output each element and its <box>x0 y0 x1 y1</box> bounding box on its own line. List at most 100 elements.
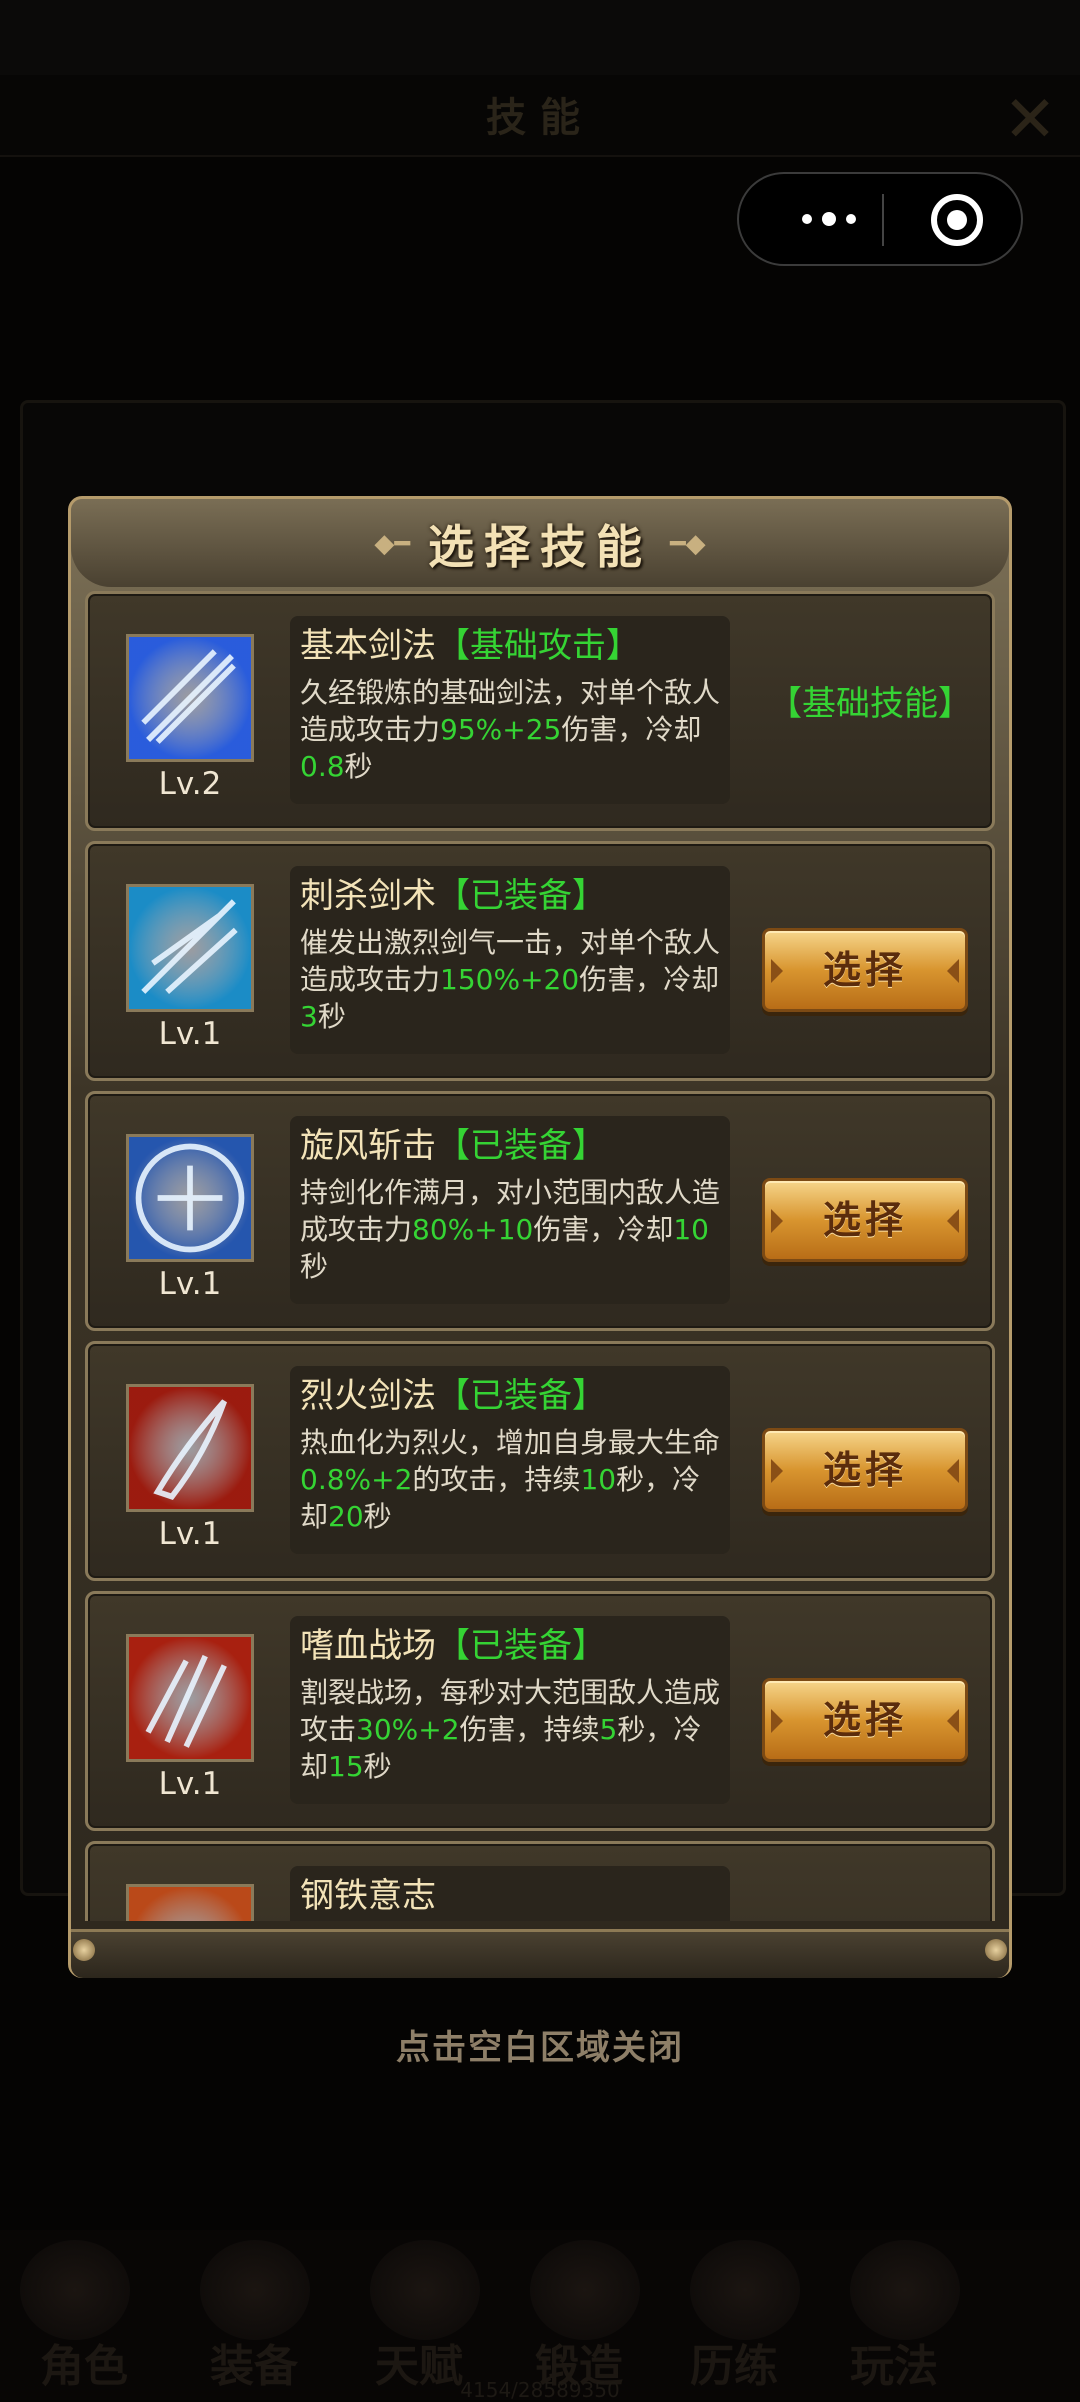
corner-bolt-icon <box>73 1939 95 1961</box>
corner-bolt-icon <box>985 1939 1007 1961</box>
skill-icon <box>126 1884 254 1921</box>
background-title: 技能 <box>486 95 594 141</box>
skill-text: 伤害，冷却 <box>561 713 702 746</box>
skill-list[interactable]: Lv.2 基本剑法【基础攻击】 久经锻炼的基础剑法，对单个敌人造成攻击力95%+25… <box>85 591 995 1921</box>
select-button-label: 选择 <box>822 1198 907 1242</box>
skill-text: 伤害，冷却 <box>533 1213 674 1246</box>
skill-description: 热血化为烈火，增加自身最大生命0.8%+2的攻击，持续10秒，冷却20秒 <box>300 1424 720 1535</box>
skill-description-box: 烈火剑法【已装备】 热血化为烈火，增加自身最大生命0.8%+2的攻击，持续10秒，… <box>290 1366 730 1554</box>
skill-description-box: 嗜血战场【已装备】 割裂战场，每秒对大范围敌人造成攻击30%+2伤害，持续5秒，冷… <box>290 1616 730 1804</box>
skill-value: 30%+2 <box>356 1713 460 1746</box>
background-close-icon: ✕ <box>1003 83 1057 157</box>
skill-title-line: 旋风斩击【已装备】 <box>300 1122 720 1170</box>
skill-tag: 【已装备】 <box>436 1376 606 1416</box>
skill-text: 伤害，冷却 <box>579 963 720 996</box>
skill-tag: 【已装备】 <box>436 1126 606 1166</box>
nav-icon <box>20 2240 130 2340</box>
skill-title-line: 嗜血战场【已装备】 <box>300 1622 720 1670</box>
skill-level: Lv.1 <box>158 1766 222 1802</box>
skill-value: 0.8 <box>300 750 345 783</box>
skill-value: 3 <box>300 1000 318 1033</box>
skill-card: Lv.2 基本剑法【基础攻击】 久经锻炼的基础剑法，对单个敌人造成攻击力95%+25… <box>85 591 995 831</box>
skill-value: 5 <box>599 1713 618 1746</box>
skill-description-box: 钢铁意志 <box>290 1866 730 1921</box>
mini-program-capsule <box>737 172 1023 266</box>
skill-level: Lv.1 <box>158 1266 222 1302</box>
skill-icon <box>126 1134 254 1262</box>
skill-description: 久经锻炼的基础剑法，对单个敌人造成攻击力95%+25伤害，冷却0.8秒 <box>300 674 720 785</box>
skill-level: Lv.1 <box>158 1516 222 1552</box>
close-hint[interactable]: 点击空白区域关闭 <box>0 2020 1080 2069</box>
skill-name: 烈火剑法 <box>300 1376 436 1416</box>
nav-icon <box>370 2240 480 2340</box>
skill-level: Lv.1 <box>158 1016 222 1052</box>
skill-title-line: 钢铁意志 <box>300 1872 720 1920</box>
skill-card: Lv.1 嗜血战场【已装备】 割裂战场，每秒对大范围敌人造成攻击30%+2伤害，持续… <box>85 1591 995 1831</box>
skill-icon <box>126 634 254 762</box>
skill-card: Lv.1 刺杀剑术【已装备】 催发出激烈剑气一击，对单个敌人造成攻击力150%+20… <box>85 841 995 1081</box>
dialog-bottom-bar <box>71 1929 1009 1978</box>
skill-description-box: 刺杀剑术【已装备】 催发出激烈剑气一击，对单个敌人造成攻击力150%+20伤害，冷… <box>290 866 730 1054</box>
skill-value: 150%+20 <box>440 963 580 996</box>
select-skill-dialog: ◆━ 选择技能 ━◆ Lv.2 基本剑法【基础攻击】 久经锻炼的基础剑法，对单个敌人… <box>68 496 1012 1978</box>
skill-name: 钢铁意志 <box>300 1876 436 1916</box>
skill-icon <box>126 1384 254 1512</box>
skill-icon <box>126 884 254 1012</box>
skill-description-box: 旋风斩击【已装备】 持剑化作满月，对小范围内敌人造成攻击力80%+10伤害，冷却1… <box>290 1116 730 1304</box>
skill-text: 秒 <box>344 750 373 783</box>
skill-value: 0.8%+2 <box>300 1463 413 1496</box>
select-button-label: 选择 <box>822 948 907 992</box>
nav-icon <box>200 2240 310 2340</box>
skill-value: 10 <box>673 1213 709 1246</box>
skill-text: 的攻击，持续 <box>412 1463 581 1496</box>
skill-card: 钢铁意志 <box>85 1841 995 1921</box>
skill-title-line: 刺杀剑术【已装备】 <box>300 872 720 920</box>
select-button[interactable]: 选择 <box>762 928 968 1012</box>
skill-card: Lv.1 旋风斩击【已装备】 持剑化作满月，对小范围内敌人造成攻击力80%+10伤害… <box>85 1091 995 1331</box>
more-dots-icon[interactable] <box>779 174 879 264</box>
skill-value: 80%+10 <box>412 1213 534 1246</box>
skill-text: 秒 <box>317 1000 346 1033</box>
skill-title-line: 基本剑法【基础攻击】 <box>300 622 720 670</box>
dialog-title-wrap: ◆━ 选择技能 ━◆ <box>71 509 1009 579</box>
select-button-label: 选择 <box>822 1698 907 1742</box>
select-button[interactable]: 选择 <box>762 1428 968 1512</box>
skill-description-box: 基本剑法【基础攻击】 久经锻炼的基础剑法，对单个敌人造成攻击力95%+25伤害，冷… <box>290 616 730 804</box>
select-button[interactable]: 选择 <box>762 1178 968 1262</box>
skill-value: 15 <box>328 1750 364 1783</box>
skill-name: 旋风斩击 <box>300 1126 436 1166</box>
status-bar <box>0 0 1080 75</box>
skill-text: 秒 <box>363 1750 392 1783</box>
skill-icon <box>126 1634 254 1762</box>
select-button-label: 选择 <box>822 1448 907 1492</box>
skill-text: 热血化为烈火，增加自身最大生命 <box>300 1426 721 1459</box>
skill-value: 10 <box>580 1463 617 1496</box>
ornament-left-icon: ◆━ <box>374 529 410 559</box>
skill-tag: 【基础攻击】 <box>436 626 640 666</box>
nav-icon <box>850 2240 960 2340</box>
nav-icon <box>530 2240 640 2340</box>
skill-description: 催发出激烈剑气一击，对单个敌人造成攻击力150%+20伤害，冷却3秒 <box>300 924 720 1035</box>
skill-description: 持剑化作满月，对小范围内敌人造成攻击力80%+10伤害，冷却10秒 <box>300 1174 720 1285</box>
skill-name: 基本剑法 <box>300 626 436 666</box>
skill-description: 割裂战场，每秒对大范围敌人造成攻击30%+2伤害，持续5秒，冷却15秒 <box>300 1674 720 1785</box>
ornament-right-icon: ━◆ <box>670 529 706 559</box>
skill-card: Lv.1 烈火剑法【已装备】热血化为烈火，增加自身最大生命 0.8%+2的攻击，持续… <box>85 1341 995 1581</box>
basic-skill-label: 【基础技能】 <box>768 684 972 724</box>
skill-text: 秒 <box>363 1500 392 1533</box>
skill-name: 嗜血战场 <box>300 1626 436 1666</box>
skill-value: 20 <box>328 1500 364 1533</box>
background-footer-number: 4154/28589350 <box>460 2378 620 2402</box>
skill-name: 刺杀剑术 <box>300 876 436 916</box>
select-button[interactable]: 选择 <box>762 1678 968 1762</box>
skill-title-line: 烈火剑法【已装备】 <box>300 1372 720 1420</box>
skill-value: 95%+25 <box>440 713 562 746</box>
target-circle-icon[interactable] <box>931 194 983 246</box>
skill-tag: 【已装备】 <box>436 876 606 916</box>
skill-text: 秒 <box>300 1250 329 1283</box>
skill-level: Lv.2 <box>158 766 222 802</box>
skill-tag: 【已装备】 <box>436 1626 606 1666</box>
capsule-divider <box>882 194 884 246</box>
nav-icon <box>690 2240 800 2340</box>
skill-text: 伤害，持续 <box>459 1713 600 1746</box>
